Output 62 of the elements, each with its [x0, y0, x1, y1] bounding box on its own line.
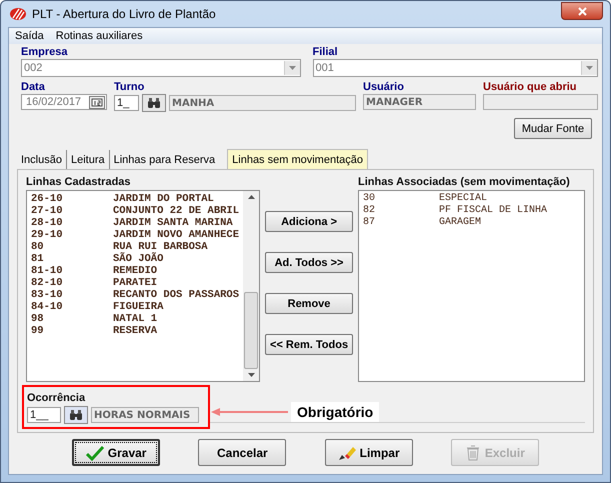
list-item[interactable]: 26-10 JARDIM DO PORTAL: [31, 193, 240, 205]
registered-lines-list[interactable]: [26, 190, 260, 382]
search-button[interactable]: [142, 94, 166, 112]
eraser-icon: [338, 444, 356, 460]
search-button[interactable]: [64, 406, 88, 424]
check-icon: [86, 444, 104, 460]
annotation-label: Obrigatório: [291, 402, 380, 422]
shift-description: MANHA: [169, 95, 356, 111]
occurrence-description: HORAS NORMAIS: [91, 407, 199, 423]
menu-item[interactable]: Saída: [15, 30, 44, 42]
list-item[interactable]: 30 ESPECIAL: [363, 193, 580, 205]
move-button[interactable]: << Rem. Todos: [265, 334, 354, 355]
company-dropdown[interactable]: 002: [21, 59, 301, 77]
associated-lines-list[interactable]: 30 ESPECIAL 82 PF FISCAL DE LINHA 87 GARAGEM: [358, 190, 585, 382]
field-label: Usuário: [363, 81, 405, 94]
binoculars-icon: [69, 410, 83, 420]
action-button[interactable]: Cancelar: [198, 439, 286, 466]
app-logo-icon: [10, 8, 26, 20]
list-item[interactable]: 99 RESERVA: [31, 325, 240, 337]
move-button[interactable]: Ad. Todos >>: [265, 252, 354, 273]
calendar-icon: [89, 96, 105, 108]
list-item[interactable]: 87 GARAGEM: [363, 217, 580, 229]
close-button[interactable]: [561, 2, 603, 20]
field-label: Usuário que abriu: [483, 81, 578, 94]
occurrence-field[interactable]: 1__: [27, 407, 61, 423]
move-button[interactable]: Remove: [265, 293, 354, 314]
tab[interactable]: Linhas sem movimentação: [227, 149, 368, 169]
list-item[interactable]: 80 RUA RUI BARBOSA: [31, 241, 240, 253]
action-button[interactable]: Limpar: [324, 439, 413, 466]
window-title: PLT - Abertura do Livro de Plantão: [32, 7, 217, 21]
list-title: Linhas Associadas (sem movimentação): [358, 176, 571, 189]
trash-icon: [464, 444, 481, 460]
field-label: Empresa: [21, 46, 68, 59]
list-item[interactable]: 28-10 JARDIM SANTA MARINA: [31, 217, 240, 229]
list-item[interactable]: 98 NATAL 1: [31, 313, 240, 325]
list-item[interactable]: 83-10 RECANTO DOS PASSAROS: [31, 289, 240, 301]
field-label: Filial: [312, 46, 339, 59]
list-item[interactable]: 27-10 CONJUNTO 22 DE ABRIL: [31, 205, 240, 217]
menu-item[interactable]: Rotinas auxiliares: [56, 30, 143, 42]
list-item[interactable]: 81 SÃO JOÃO: [31, 253, 240, 265]
tab[interactable]: Inclusão: [17, 150, 67, 169]
scrollbar[interactable]: [243, 191, 260, 381]
tab[interactable]: Linhas para Reserva: [110, 150, 220, 169]
change-font-button[interactable]: Mudar Fonte: [514, 118, 592, 139]
shift-field[interactable]: 1_: [114, 95, 139, 111]
close-icon: [578, 6, 586, 16]
action-button[interactable]: Gravar: [72, 439, 160, 466]
user-field: MANAGER: [363, 94, 476, 110]
tab[interactable]: Leitura: [66, 150, 110, 169]
field-label: Data: [21, 81, 46, 94]
list-item[interactable]: 81-10 REMEDIO: [31, 265, 240, 277]
list-item[interactable]: 82-10 PARATEI: [31, 277, 240, 289]
date-field[interactable]: 16/02/2017: [21, 94, 107, 110]
move-button[interactable]: Adiciona >: [265, 211, 354, 232]
binoculars-icon: [147, 98, 161, 108]
list-title: Linhas Cadastradas: [26, 176, 132, 189]
list-item[interactable]: 82 PF FISCAL DE LINHA: [363, 205, 580, 217]
list-item[interactable]: 84-10 FIGUEIRA: [31, 301, 240, 313]
list-item[interactable]: 29-10 JARDIM NOVO AMANHECE: [31, 229, 240, 241]
branch-dropdown[interactable]: 001: [312, 59, 598, 77]
field-label: Ocorrência: [27, 392, 86, 404]
field-label: Turno: [114, 81, 146, 94]
